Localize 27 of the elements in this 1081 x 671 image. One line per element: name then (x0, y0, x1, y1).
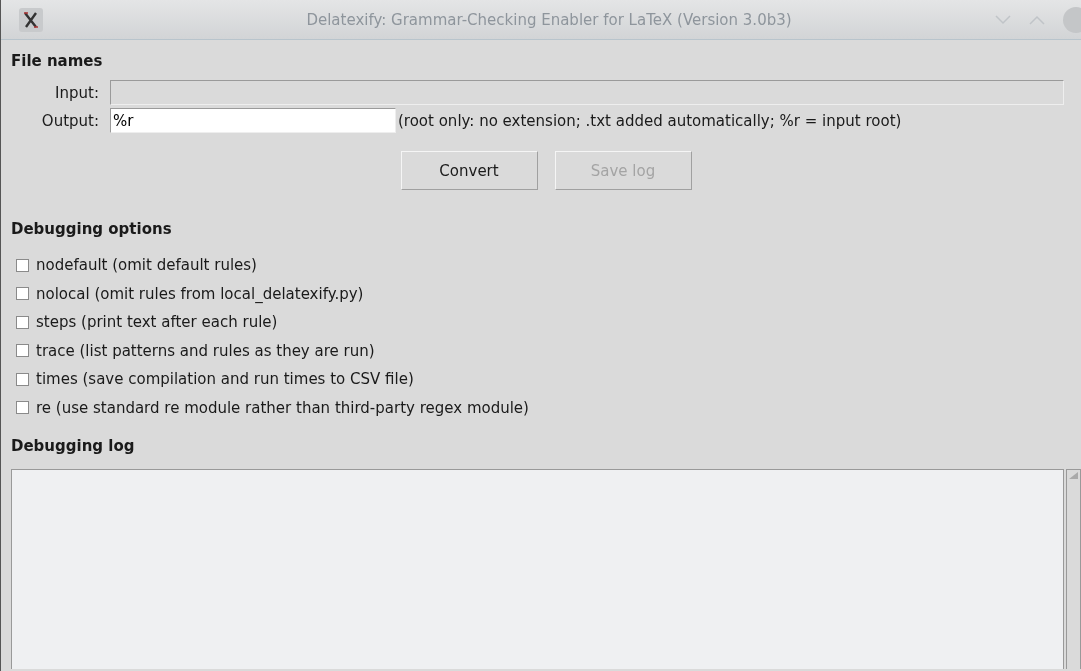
section-heading: File names (11, 51, 104, 72)
action-button[interactable]: Convert (400, 151, 538, 190)
checkbox-label: trace (list patterns and rules as they are run) (36, 341, 375, 360)
checkbox-label: steps (print text after each rule) (36, 313, 278, 332)
field-label: Output: (40, 111, 99, 130)
checkbox[interactable] (16, 344, 29, 358)
checkbox[interactable] (16, 315, 29, 329)
checkbox-label: nodefault (omit default rules) (36, 256, 257, 275)
section-heading: Debugging options (11, 219, 173, 240)
checkbox-label: times (save compilation and run times to CSV file) (36, 370, 414, 389)
close-button[interactable] (1063, 6, 1081, 33)
field-label: Input: (54, 83, 99, 102)
scroll-up-icon[interactable] (1069, 472, 1078, 479)
checkbox[interactable] (16, 287, 29, 301)
checkbox-label: re (use standard re module rather than third-party regex module) (36, 398, 529, 417)
section-heading: Debugging log (11, 436, 136, 457)
window-title: Delatexify: Grammar-Checking Enabler for LaTeX (Version 3.0b3) (305, 10, 793, 29)
hint-text: (root only: no extension; .txt added automatically; %r = input root) (398, 111, 903, 130)
checkbox[interactable] (16, 258, 29, 272)
checkbox[interactable] (16, 401, 29, 415)
minimize-icon[interactable] (995, 14, 1011, 25)
checkbox[interactable] (16, 372, 29, 386)
text-field[interactable]: %r (110, 108, 396, 133)
app-icon (19, 7, 43, 32)
scrollbar[interactable] (1066, 469, 1081, 669)
maximize-icon[interactable] (1029, 14, 1045, 25)
checkbox-label: nolocal (omit rules from local_delatexify.py) (36, 284, 364, 303)
